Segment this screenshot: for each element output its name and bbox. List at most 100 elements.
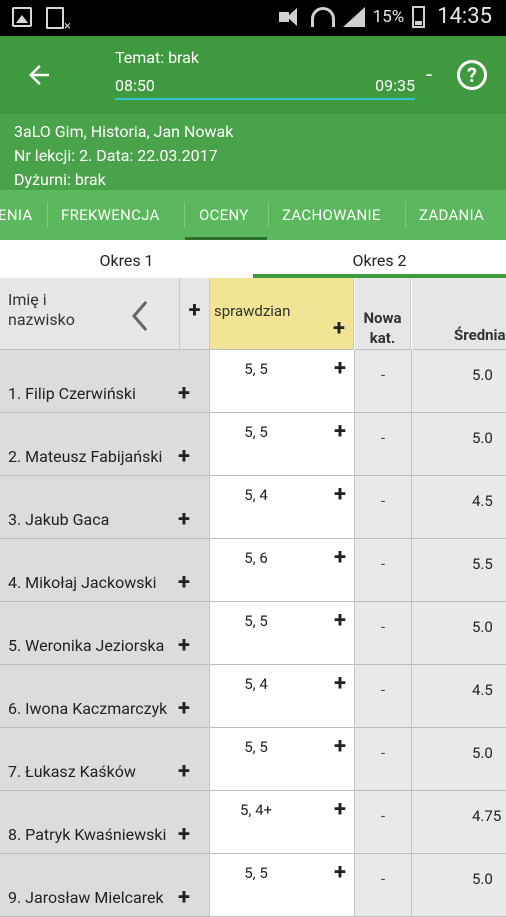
add-grade-button[interactable]: + (178, 507, 190, 532)
back-arrow-icon[interactable] (24, 60, 54, 90)
start-time[interactable]: 08:50 (115, 76, 155, 95)
average-cell: 5.5 (412, 539, 506, 602)
grade-cell[interactable]: 5, 5 + (210, 602, 355, 665)
end-time[interactable]: 09:35 (375, 76, 415, 95)
dash-button[interactable]: - (426, 63, 432, 88)
student-name-cell: 2. Mateusz Fabijański + (0, 413, 210, 476)
add-grade-in-column-button[interactable]: + (334, 671, 346, 696)
student-name-cell: 1. Filip Czerwiński + (0, 350, 210, 413)
clock: 14:35 (437, 4, 492, 29)
grade-values: 5, 4 (244, 675, 268, 693)
grade-cell[interactable]: 5, 4 + (210, 476, 355, 539)
student-name-cell: 7. Łukasz Kaśków + (0, 728, 210, 791)
grade-cell[interactable]: 5, 6 + (210, 539, 355, 602)
student-name: 6. Iwona Kaczmarczyk (8, 699, 168, 718)
new-category-cell[interactable]: - (355, 854, 412, 917)
grade-values: 5, 6 (244, 549, 268, 567)
tab-zadania[interactable]: ZADANIA (419, 190, 484, 240)
tab-bar: ENIA FREKWENCJA OCENY ZACHOWANIE ZADANIA (0, 190, 506, 240)
tab-zachowanie[interactable]: ZACHOWANIE (282, 190, 381, 240)
average-cell: 5.0 (412, 413, 506, 476)
lesson-info: 3aLO Gim, Historia, Jan Nowak Nr lekcji:… (0, 114, 506, 190)
table-row: 5. Weronika Jeziorska +5, 5 + -5.0 (0, 602, 506, 665)
add-grade-button[interactable]: + (178, 633, 190, 658)
add-grade-button[interactable]: + (178, 381, 190, 406)
student-name: 3. Jakub Gaca (8, 510, 110, 529)
chevron-left-icon[interactable] (126, 298, 154, 334)
add-grade-button[interactable]: + (178, 570, 190, 595)
grade-values: 5, 4 (244, 486, 268, 504)
grade-cell[interactable]: 5, 4 + (210, 665, 355, 728)
table-row: 2. Mateusz Fabijański +5, 5 + -5.0 (0, 413, 506, 476)
student-name: 8. Patryk Kwaśniewski (8, 825, 167, 844)
new-category-cell[interactable]: - (355, 728, 412, 791)
new-category-cell[interactable]: - (355, 791, 412, 854)
grade-values: 5, 5 (244, 423, 268, 441)
add-grade-in-column-button[interactable]: + (334, 545, 346, 570)
add-grade-in-column-button[interactable]: + (334, 608, 346, 633)
grade-values: 5, 5 (244, 864, 268, 882)
table-row: 7. Łukasz Kaśków +5, 5 + -5.0 (0, 728, 506, 791)
add-column-button[interactable]: + (180, 278, 210, 350)
average-cell: 4.75 (412, 791, 506, 854)
class-subject-teacher: 3aLO Gim, Historia, Jan Nowak (14, 122, 234, 141)
lesson-topic[interactable]: Temat: brak (115, 48, 199, 67)
document-notification-icon (46, 7, 71, 34)
grades-table: Imię i nazwisko + sprawdzian + Nowa kat.… (0, 278, 506, 917)
tab-obecnosci[interactable]: ENIA (0, 190, 32, 240)
new-category-cell[interactable]: - (355, 602, 412, 665)
tab-frekwencja[interactable]: FREKWENCJA (61, 190, 160, 240)
student-name-cell: 5. Weronika Jeziorska + (0, 602, 210, 665)
average-header: Średnia (412, 278, 506, 350)
app-bar: Temat: brak 08:50 09:35 - ? (0, 36, 506, 114)
new-category-header[interactable]: Nowa kat. (355, 278, 411, 350)
period-1-tab[interactable]: Okres 1 (0, 240, 253, 278)
add-grade-in-column-button[interactable]: + (334, 482, 346, 507)
grade-cell[interactable]: 5, 4+ + (210, 791, 355, 854)
name-column-header: Imię i nazwisko (0, 278, 180, 350)
average-cell: 5.0 (412, 854, 506, 917)
average-cell: 4.5 (412, 476, 506, 539)
table-row: 1. Filip Czerwiński +5, 5 + -5.0 (0, 350, 506, 413)
tab-separator (268, 202, 269, 228)
add-grade-button[interactable]: + (178, 444, 190, 469)
new-category-cell[interactable]: - (355, 350, 412, 413)
lesson-time-range[interactable]: 08:50 09:35 (115, 76, 415, 100)
student-name-cell: 6. Iwona Kaczmarczyk + (0, 665, 210, 728)
grade-values: 5, 5 (244, 738, 268, 756)
grade-cell[interactable]: 5, 5 + (210, 413, 355, 476)
grade-column-label: sprawdzian (214, 302, 291, 320)
new-category-cell[interactable]: - (355, 539, 412, 602)
add-grade-button[interactable]: + (178, 885, 190, 910)
new-category-cell[interactable]: - (355, 665, 412, 728)
table-row: 3. Jakub Gaca +5, 4 + -4.5 (0, 476, 506, 539)
battery-percent: 15% (372, 6, 405, 27)
new-category-cell[interactable]: - (355, 476, 412, 539)
average-cell: 5.0 (412, 350, 506, 413)
add-grade-column-button[interactable]: + (333, 316, 345, 341)
average-cell: 5.0 (412, 728, 506, 791)
image-notification-icon (12, 7, 32, 27)
mute-icon (278, 7, 303, 26)
period-2-tab[interactable]: Okres 2 (253, 240, 506, 278)
add-grade-in-column-button[interactable]: + (334, 356, 346, 381)
grade-cell[interactable]: 5, 5 + (210, 728, 355, 791)
add-grade-button[interactable]: + (178, 759, 190, 784)
signal-icon (342, 6, 365, 27)
add-grade-in-column-button[interactable]: + (334, 734, 346, 759)
table-row: 9. Jarosław Mielcarek +5, 5 + -5.0 (0, 854, 506, 917)
student-name: 2. Mateusz Fabijański (8, 447, 163, 466)
help-icon[interactable]: ? (457, 60, 487, 90)
average-cell: 4.5 (412, 665, 506, 728)
lesson-number-date: Nr lekcji: 2. Data: 22.03.2017 (14, 146, 218, 165)
grade-cell[interactable]: 5, 5 + (210, 854, 355, 917)
add-grade-in-column-button[interactable]: + (334, 797, 346, 822)
grade-column-header[interactable]: sprawdzian + (210, 278, 354, 350)
add-grade-button[interactable]: + (178, 822, 190, 847)
tab-oceny[interactable]: OCENY (199, 190, 249, 240)
add-grade-in-column-button[interactable]: + (334, 860, 346, 885)
add-grade-in-column-button[interactable]: + (334, 419, 346, 444)
add-grade-button[interactable]: + (178, 696, 190, 721)
grade-cell[interactable]: 5, 5 + (210, 350, 355, 413)
new-category-cell[interactable]: - (355, 413, 412, 476)
